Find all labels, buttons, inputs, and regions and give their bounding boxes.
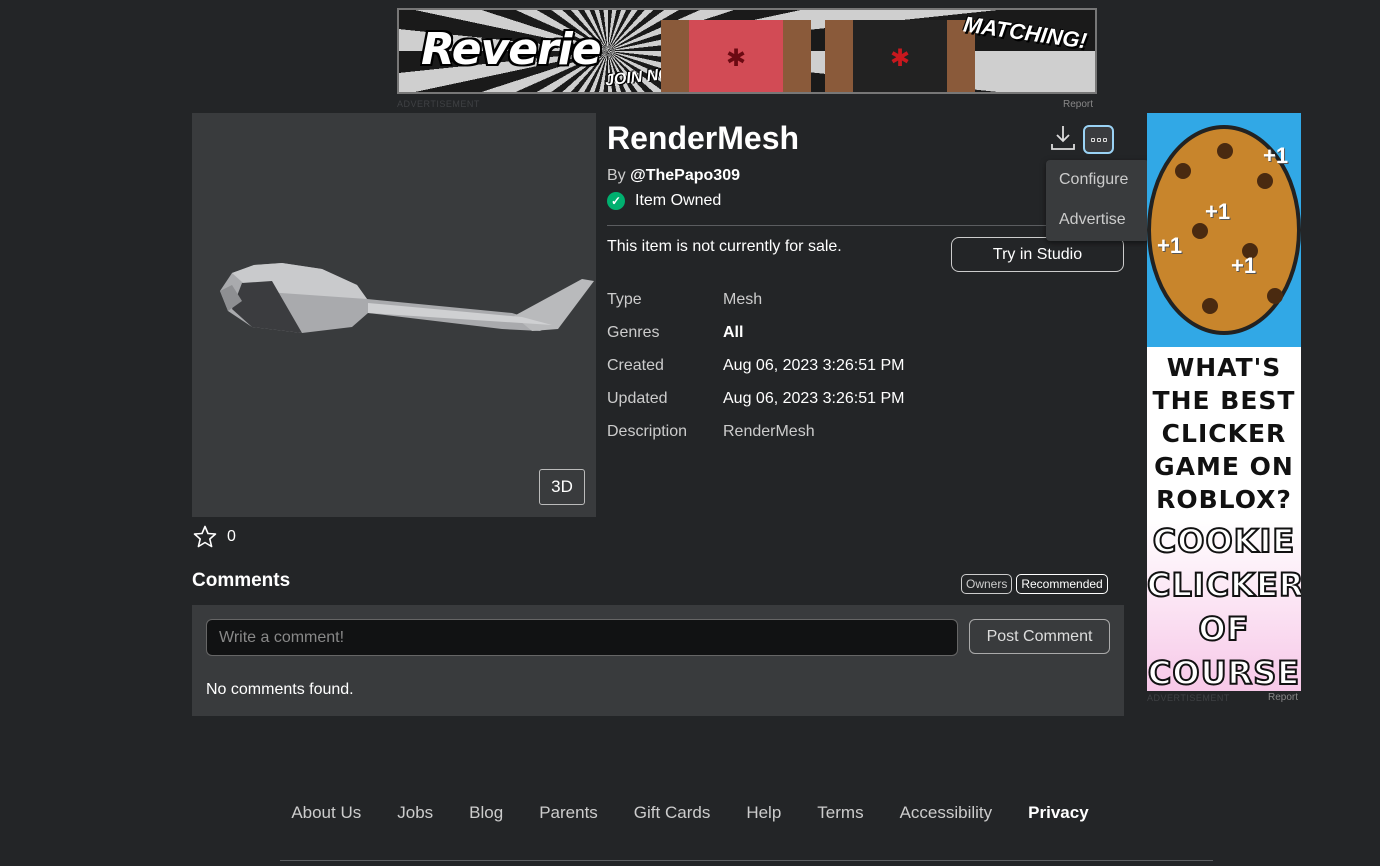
detail-value: Aug 06, 2023 3:26:51 PM: [723, 389, 905, 407]
creator-byline: By @ThePapo309: [607, 167, 740, 185]
detail-row-genres: Genres All: [607, 316, 904, 349]
ad-label: ADVERTISEMENT: [1147, 693, 1230, 703]
plus-one-text: +1: [1231, 253, 1257, 278]
creator-link[interactable]: @ThePapo309: [630, 167, 740, 184]
ad-cookie-image: +1 +1 +1 +1: [1147, 113, 1301, 347]
item-title: RenderMesh: [607, 120, 800, 156]
ad-question-line: GAME ON: [1154, 452, 1294, 481]
footer-link-accessibility[interactable]: Accessibility: [900, 803, 993, 823]
comments-heading: Comments: [192, 570, 291, 591]
ad-answer-line: COOKIE: [1152, 521, 1296, 561]
footer-link-gift-cards[interactable]: Gift Cards: [634, 803, 711, 823]
ad-answer-line: CLICKER: [1147, 565, 1301, 605]
ad-text-panel: WHAT'S THE BEST CLICKER GAME ON ROBLOX? …: [1147, 347, 1301, 691]
ad-question-line: WHAT'S: [1166, 353, 1282, 382]
detail-row-description: Description RenderMesh: [607, 415, 904, 448]
spider-icon: ✱: [725, 45, 747, 72]
genre-link[interactable]: All: [723, 324, 743, 342]
detail-key: Updated: [607, 389, 668, 407]
airplane-mesh-render: [220, 263, 594, 333]
sort-recommended-tab[interactable]: Recommended: [1016, 574, 1108, 594]
sale-status-text: This item is not currently for sale.: [607, 238, 842, 255]
spider-icon: ✱: [889, 45, 911, 72]
ad-shirt-image-red: ✱: [661, 20, 811, 92]
ad-tagline-text: MATCHING!: [961, 11, 1089, 54]
plus-one-text: +1: [1205, 199, 1231, 224]
detail-value: Mesh: [723, 290, 763, 308]
ad-answer-line: COURSE: [1147, 653, 1301, 691]
favorite-control[interactable]: 0: [193, 525, 236, 548]
ad-report-link[interactable]: Report: [1063, 99, 1093, 110]
more-options-menu: Configure Advertise: [1046, 160, 1149, 241]
more-options-button[interactable]: [1083, 125, 1114, 154]
dot-icon: [1102, 137, 1107, 142]
by-prefix: By: [607, 167, 626, 184]
ad-brand-text: Reverie: [421, 24, 602, 75]
footer-link-terms[interactable]: Terms: [817, 803, 863, 823]
footer-link-parents[interactable]: Parents: [539, 803, 598, 823]
ad-question-line: THE BEST: [1152, 386, 1296, 415]
post-comment-button[interactable]: Post Comment: [969, 619, 1110, 654]
menu-item-advertise[interactable]: Advertise: [1046, 200, 1149, 240]
check-circle-icon: ✓: [607, 192, 625, 210]
ad-question-line: CLICKER: [1161, 419, 1287, 448]
detail-row-created: Created Aug 06, 2023 3:26:51 PM: [607, 349, 904, 382]
footer-link-jobs[interactable]: Jobs: [397, 803, 433, 823]
plus-one-text: +1: [1263, 143, 1289, 168]
sort-owners-tab[interactable]: Owners: [961, 574, 1013, 594]
item-thumbnail: 3D: [192, 113, 596, 517]
detail-key: Description: [607, 422, 688, 440]
footer-link-help[interactable]: Help: [746, 803, 781, 823]
download-icon[interactable]: [1050, 124, 1076, 152]
favorite-count: 0: [227, 527, 236, 545]
plus-one-text: +1: [1157, 233, 1183, 258]
footer-divider: [280, 860, 1213, 861]
star-icon[interactable]: [193, 525, 217, 548]
menu-item-configure[interactable]: Configure: [1046, 160, 1149, 200]
ad-shirt-image-black: ✱: [825, 20, 975, 92]
side-skyscraper-ad[interactable]: +1 +1 +1 +1 WHAT'S THE BEST CLICKER GAME…: [1147, 113, 1301, 691]
footer-link-blog[interactable]: Blog: [469, 803, 503, 823]
footer-link-about-us[interactable]: About Us: [291, 803, 361, 823]
detail-row-updated: Updated Aug 06, 2023 3:26:51 PM: [607, 382, 904, 415]
ad-answer-line: OF: [1197, 609, 1250, 649]
comment-sort-tabs: Owners Recommended: [961, 574, 1108, 594]
owned-label: Item Owned: [635, 192, 722, 209]
comments-panel: Post Comment No comments found.: [192, 605, 1124, 716]
detail-value: Aug 06, 2023 3:26:51 PM: [723, 356, 905, 374]
detail-value: RenderMesh: [723, 422, 815, 440]
detail-key: Created: [607, 356, 664, 374]
ad-question-line: ROBLOX?: [1156, 485, 1292, 514]
no-comments-text: No comments found.: [206, 681, 354, 698]
owned-status: ✓ Item Owned: [607, 192, 721, 210]
comment-input[interactable]: [206, 619, 958, 656]
footer-nav: About Us Jobs Blog Parents Gift Cards He…: [0, 803, 1380, 823]
detail-row-type: Type Mesh: [607, 283, 904, 316]
detail-key: Type: [607, 290, 642, 308]
ad-report-link[interactable]: Report: [1268, 692, 1298, 703]
detail-key: Genres: [607, 323, 660, 341]
top-banner-ad[interactable]: Reverie JOIN NOW! ✱ ✱ MATCHING!: [397, 8, 1097, 94]
item-details-table: Type Mesh Genres All Created Aug 06, 202…: [607, 283, 904, 448]
footer-link-privacy[interactable]: Privacy: [1028, 803, 1089, 823]
try-in-studio-button[interactable]: Try in Studio: [951, 237, 1124, 272]
ad-label: ADVERTISEMENT: [397, 99, 480, 109]
dot-icon: [1096, 137, 1101, 142]
dot-icon: [1090, 137, 1095, 142]
view-3d-button[interactable]: 3D: [539, 469, 585, 505]
